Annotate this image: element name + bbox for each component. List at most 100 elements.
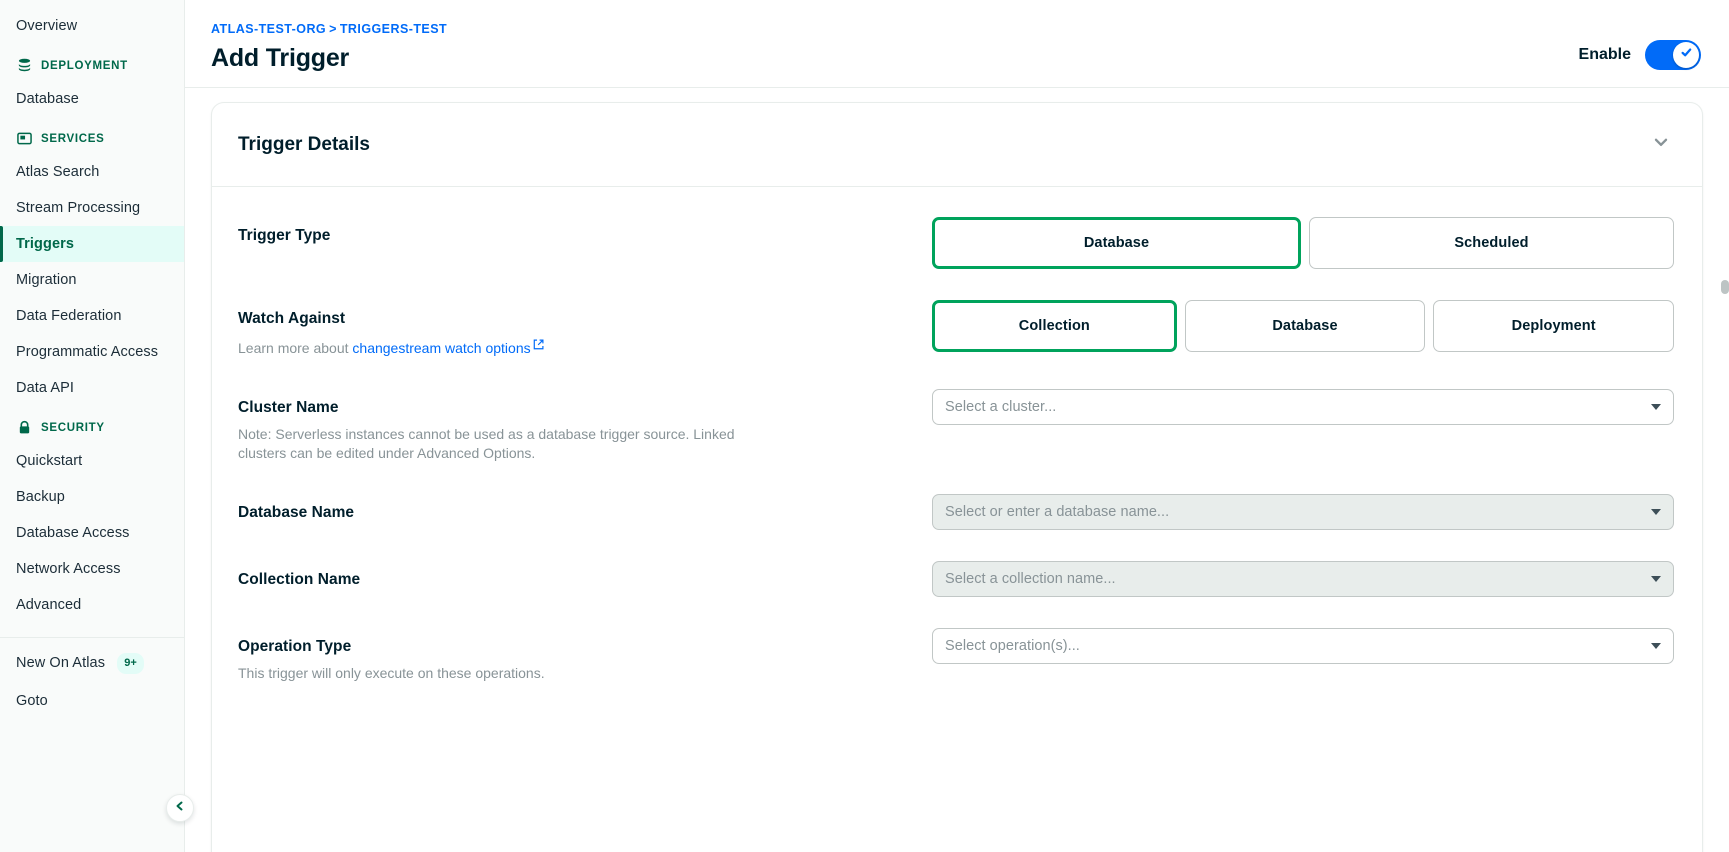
sidebar-item-network-access[interactable]: Network Access [0,551,184,587]
field-description-prefix: Learn more about [238,340,352,356]
collection-name-select[interactable]: Select a collection name... [932,561,1674,597]
trigger-type-option-scheduled[interactable]: Scheduled [1309,217,1674,269]
sidebar-item-data-api[interactable]: Data API [0,370,184,406]
cluster-name-select-value: Select a cluster... [945,399,1643,415]
enable-toggle-group: Enable [1579,22,1701,70]
field-row-trigger-type: Trigger Type Database Scheduled [238,217,1674,269]
field-description: Learn more about changestream watch opti… [238,336,783,358]
field-row-database-name: Database Name Select or enter a database… [238,494,1674,530]
field-row-cluster-name: Cluster Name Note: Serverless instances … [238,389,1674,463]
sidebar-group-label: DEPLOYMENT [41,60,128,72]
field-label-group: Trigger Type [238,217,932,245]
field-label: Database Name [238,504,908,522]
field-row-collection-name: Collection Name Select a collection name… [238,561,1674,597]
chevron-down-icon [1651,404,1661,410]
card-header: Trigger Details [212,103,1702,187]
chevron-down-icon [1651,576,1661,582]
breadcrumb: ATLAS-TEST-ORG>TRIGGERS-TEST [211,22,447,36]
field-label-group: Cluster Name Note: Serverless instances … [238,389,932,463]
changestream-watch-options-link[interactable]: changestream watch options [352,340,530,356]
breadcrumb-project-link[interactable]: TRIGGERS-TEST [340,22,447,36]
sidebar-item-goto[interactable]: Goto [0,683,184,719]
field-label-group: Database Name [238,494,932,522]
card-body: Trigger Type Database Scheduled Watch Ag… [212,187,1702,683]
field-description: Note: Serverless instances cannot be use… [238,425,783,463]
sidebar-item-data-federation[interactable]: Data Federation [0,298,184,334]
page-header-left: ATLAS-TEST-ORG>TRIGGERS-TEST Add Trigger [211,22,447,73]
trigger-type-segmented-control: Database Scheduled [932,217,1674,269]
watch-against-option-deployment[interactable]: Deployment [1433,300,1674,352]
field-description: This trigger will only execute on these … [238,664,783,683]
operation-type-select-value: Select operation(s)... [945,638,1643,654]
sidebar-item-atlas-search[interactable]: Atlas Search [0,154,184,190]
sidebar: Overview DEPLOYMENT Database SERVICES [0,0,185,852]
field-label: Watch Against [238,310,908,328]
field-row-watch-against: Watch Against Learn more about changestr… [238,300,1674,358]
operation-type-select[interactable]: Select operation(s)... [932,628,1674,664]
field-control: Database Scheduled [932,217,1674,269]
watch-against-option-collection[interactable]: Collection [932,300,1177,352]
sidebar-group-security: SECURITY [0,406,184,443]
sidebar-group-label: SECURITY [41,422,105,434]
field-control: Collection Database Deployment [932,300,1674,352]
main-content: ATLAS-TEST-ORG>TRIGGERS-TEST Add Trigger… [185,0,1729,852]
toggle-knob [1673,42,1699,68]
watch-against-option-database[interactable]: Database [1185,300,1426,352]
page-header: ATLAS-TEST-ORG>TRIGGERS-TEST Add Trigger… [185,0,1729,88]
database-name-select[interactable]: Select or enter a database name... [932,494,1674,530]
sidebar-divider [0,637,184,638]
field-control: Select operation(s)... [932,628,1674,664]
sidebar-group-services: SERVICES [0,117,184,154]
watch-against-segmented-control: Collection Database Deployment [932,300,1674,352]
enable-label: Enable [1579,46,1631,64]
services-window-icon [17,131,32,146]
chevron-down-icon [1652,133,1670,156]
page-title: Add Trigger [211,44,447,73]
cluster-name-select[interactable]: Select a cluster... [932,389,1674,425]
breadcrumb-org-link[interactable]: ATLAS-TEST-ORG [211,22,326,36]
database-name-select-value: Select or enter a database name... [945,504,1643,520]
breadcrumb-separator: > [329,22,337,36]
field-label-group: Operation Type This trigger will only ex… [238,628,932,683]
sidebar-item-migration[interactable]: Migration [0,262,184,298]
sidebar-item-overview[interactable]: Overview [0,8,184,44]
sidebar-item-new-on-atlas[interactable]: New On Atlas 9+ [0,644,184,683]
app-root: Overview DEPLOYMENT Database SERVICES [0,0,1729,852]
sidebar-item-label: New On Atlas [16,655,105,671]
page-scrollbar[interactable] [1721,280,1729,294]
field-label: Operation Type [238,638,908,656]
field-label: Trigger Type [238,227,908,245]
sidebar-group-deployment: DEPLOYMENT [0,44,184,81]
trigger-details-card: Trigger Details Trigger Type [211,102,1703,852]
card-title: Trigger Details [238,134,370,156]
sidebar-item-quickstart[interactable]: Quickstart [0,443,184,479]
field-label: Cluster Name [238,399,908,417]
lock-icon [17,420,32,435]
chevron-left-icon [174,799,186,817]
card-collapse-button[interactable] [1648,129,1674,160]
field-label-group: Collection Name [238,561,932,589]
database-stack-icon [17,58,32,73]
field-row-operation-type: Operation Type This trigger will only ex… [238,628,1674,683]
field-label-group: Watch Against Learn more about changestr… [238,300,932,358]
chevron-down-icon [1651,509,1661,515]
field-control: Select a cluster... [932,389,1674,425]
field-control: Select or enter a database name... [932,494,1674,530]
status-badge: 9+ [117,653,144,674]
field-label: Collection Name [238,571,908,589]
sidebar-item-programmatic-access[interactable]: Programmatic Access [0,334,184,370]
chevron-down-icon [1651,643,1661,649]
sidebar-item-advanced[interactable]: Advanced [0,587,184,623]
collection-name-select-value: Select a collection name... [945,571,1643,587]
enable-toggle[interactable] [1645,40,1701,70]
sidebar-item-backup[interactable]: Backup [0,479,184,515]
sidebar-item-database-access[interactable]: Database Access [0,515,184,551]
sidebar-collapse-button[interactable] [166,794,194,822]
trigger-type-option-database[interactable]: Database [932,217,1301,269]
check-icon [1680,46,1693,64]
external-link-icon [533,336,544,355]
sidebar-item-triggers[interactable]: Triggers [0,226,184,262]
sidebar-item-database[interactable]: Database [0,81,184,117]
sidebar-item-stream-processing[interactable]: Stream Processing [0,190,184,226]
sidebar-group-label: SERVICES [41,133,105,145]
